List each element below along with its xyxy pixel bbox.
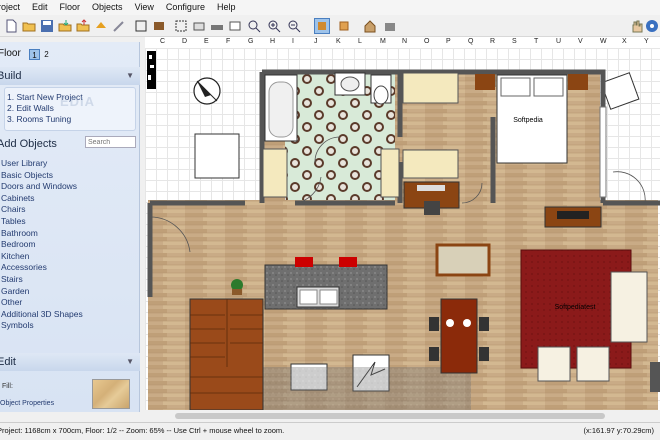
furniture-icon[interactable] (209, 18, 225, 34)
list-item[interactable]: Other (0, 297, 140, 309)
list-item[interactable]: Cabinets (0, 193, 140, 205)
bed-label: Softpedia (513, 117, 543, 124)
menu-configure[interactable]: Configure (160, 0, 211, 15)
list-item[interactable]: Tables (0, 216, 140, 228)
sofa[interactable] (610, 271, 648, 343)
list-item[interactable]: Bedroom (0, 239, 140, 251)
qr-code (147, 51, 156, 89)
text-icon[interactable] (227, 18, 243, 34)
closet-top[interactable] (402, 72, 459, 104)
save-icon[interactable] (39, 18, 55, 34)
collapse-arrow-icon[interactable]: ▼ (126, 67, 134, 85)
fill-label: Fill: (2, 383, 13, 390)
window[interactable] (599, 106, 607, 198)
print-icon[interactable] (93, 18, 109, 34)
view-3d-icon[interactable] (336, 18, 352, 34)
floor-plan-canvas[interactable]: C D E F G H I J K L M N O P Q R S T U V … (145, 37, 660, 410)
desk-chair[interactable] (424, 201, 440, 215)
home-3d-icon[interactable] (362, 18, 378, 34)
list-item[interactable]: Kitchen (0, 251, 140, 263)
list-item[interactable]: Chairs (0, 204, 140, 216)
compass-icon[interactable] (193, 77, 221, 105)
dimension-icon[interactable] (191, 18, 207, 34)
dining-chair[interactable] (429, 347, 439, 361)
stairs[interactable] (189, 298, 264, 410)
dining-chair[interactable] (479, 347, 489, 361)
status-text: Project: 1168cm x 700cm, Floor: 1/2 -- Z… (0, 426, 285, 435)
dining-table[interactable] (440, 298, 478, 374)
status-bar: Project: 1168cm x 700cm, Floor: 1/2 -- Z… (0, 422, 660, 440)
list-item[interactable]: Doors and Windows (0, 181, 140, 193)
armchair[interactable] (537, 346, 571, 382)
bath-cabinet[interactable] (262, 148, 288, 198)
import-icon[interactable] (57, 18, 73, 34)
dining-chair[interactable] (429, 317, 439, 331)
hand-pan-icon[interactable] (628, 18, 644, 34)
menu-objects[interactable]: Objects (86, 0, 129, 15)
list-item[interactable]: Basic Objects (0, 170, 140, 182)
view-2d-icon[interactable] (314, 18, 330, 34)
help-icon[interactable] (644, 18, 660, 34)
zoom-in-icon[interactable] (266, 18, 282, 34)
list-item[interactable]: Bathroom (0, 228, 140, 240)
wand-icon[interactable] (111, 18, 127, 34)
list-item[interactable]: Stairs (0, 274, 140, 286)
edit-header[interactable]: Edit ▼ (0, 353, 140, 371)
menu-help[interactable]: Help (211, 0, 242, 15)
menu-view[interactable]: View (129, 0, 160, 15)
draw-wall-icon[interactable] (133, 18, 149, 34)
toolbar (0, 15, 660, 37)
sideboard[interactable] (435, 243, 491, 277)
floor-2-button[interactable]: 2 (41, 49, 52, 60)
object-properties-link[interactable]: Object Properties (0, 400, 54, 407)
dining-chair[interactable] (479, 317, 489, 331)
nightstand[interactable] (475, 74, 495, 90)
watermark-text: EDIA (60, 94, 96, 109)
list-item[interactable]: Symbols (0, 320, 140, 332)
floor-label: Floor (0, 48, 21, 59)
menu-bar: Project Edit Floor Objects View Configur… (0, 0, 660, 15)
menu-floor[interactable]: Floor (54, 0, 87, 15)
scrollbar-thumb[interactable] (175, 413, 605, 419)
collapse-arrow-icon[interactable]: ▼ (126, 353, 134, 371)
floor-1-button[interactable]: 1 (29, 49, 40, 60)
menu-project[interactable]: Project (0, 0, 26, 15)
select-area-icon[interactable] (173, 18, 189, 34)
nightstand[interactable] (568, 74, 588, 90)
closet-bottom[interactable] (402, 149, 459, 179)
bath-shelf[interactable] (380, 148, 400, 198)
outdoor-chair[interactable] (600, 72, 640, 110)
camera-icon[interactable] (382, 18, 398, 34)
fill-swatch[interactable] (92, 379, 130, 409)
side-table[interactable] (650, 362, 660, 392)
horizontal-scrollbar[interactable] (145, 410, 660, 422)
list-item[interactable]: Additional 3D Shapes (0, 309, 140, 321)
build-header[interactable]: Build ▼ (0, 67, 140, 85)
build-item-rooms-tuning[interactable]: 3. Rooms Tuning (5, 114, 135, 125)
armchair[interactable] (576, 346, 610, 382)
floor-plan-drawing[interactable]: Softpedia Softpediatest (145, 37, 660, 410)
left-panel: Floor 1 2 Build ▼ EDIA 1. Start New Proj… (0, 42, 140, 412)
list-item[interactable]: User Library (0, 158, 140, 170)
outdoor-table[interactable] (194, 133, 240, 179)
zoom-fit-icon[interactable] (246, 18, 262, 34)
build-card: EDIA 1. Start New Project 2. Edit Walls … (4, 87, 136, 131)
new-file-icon[interactable] (3, 18, 19, 34)
search-input[interactable] (85, 136, 136, 148)
list-item[interactable]: Accessories (0, 262, 140, 274)
menu-edit[interactable]: Edit (26, 0, 54, 15)
export-icon[interactable] (75, 18, 91, 34)
coordinates-readout: (x:161.97 y:70.29cm) (583, 426, 654, 435)
list-item[interactable]: Garden (0, 286, 140, 298)
room-icon[interactable] (151, 18, 167, 34)
add-objects-list: User Library Basic Objects Doors and Win… (0, 158, 140, 332)
bar-stool[interactable] (339, 257, 357, 267)
bar-stool[interactable] (295, 257, 313, 267)
zoom-out-icon[interactable] (286, 18, 302, 34)
rug-label: Softpediatest (555, 304, 596, 311)
open-folder-icon[interactable] (21, 18, 37, 34)
